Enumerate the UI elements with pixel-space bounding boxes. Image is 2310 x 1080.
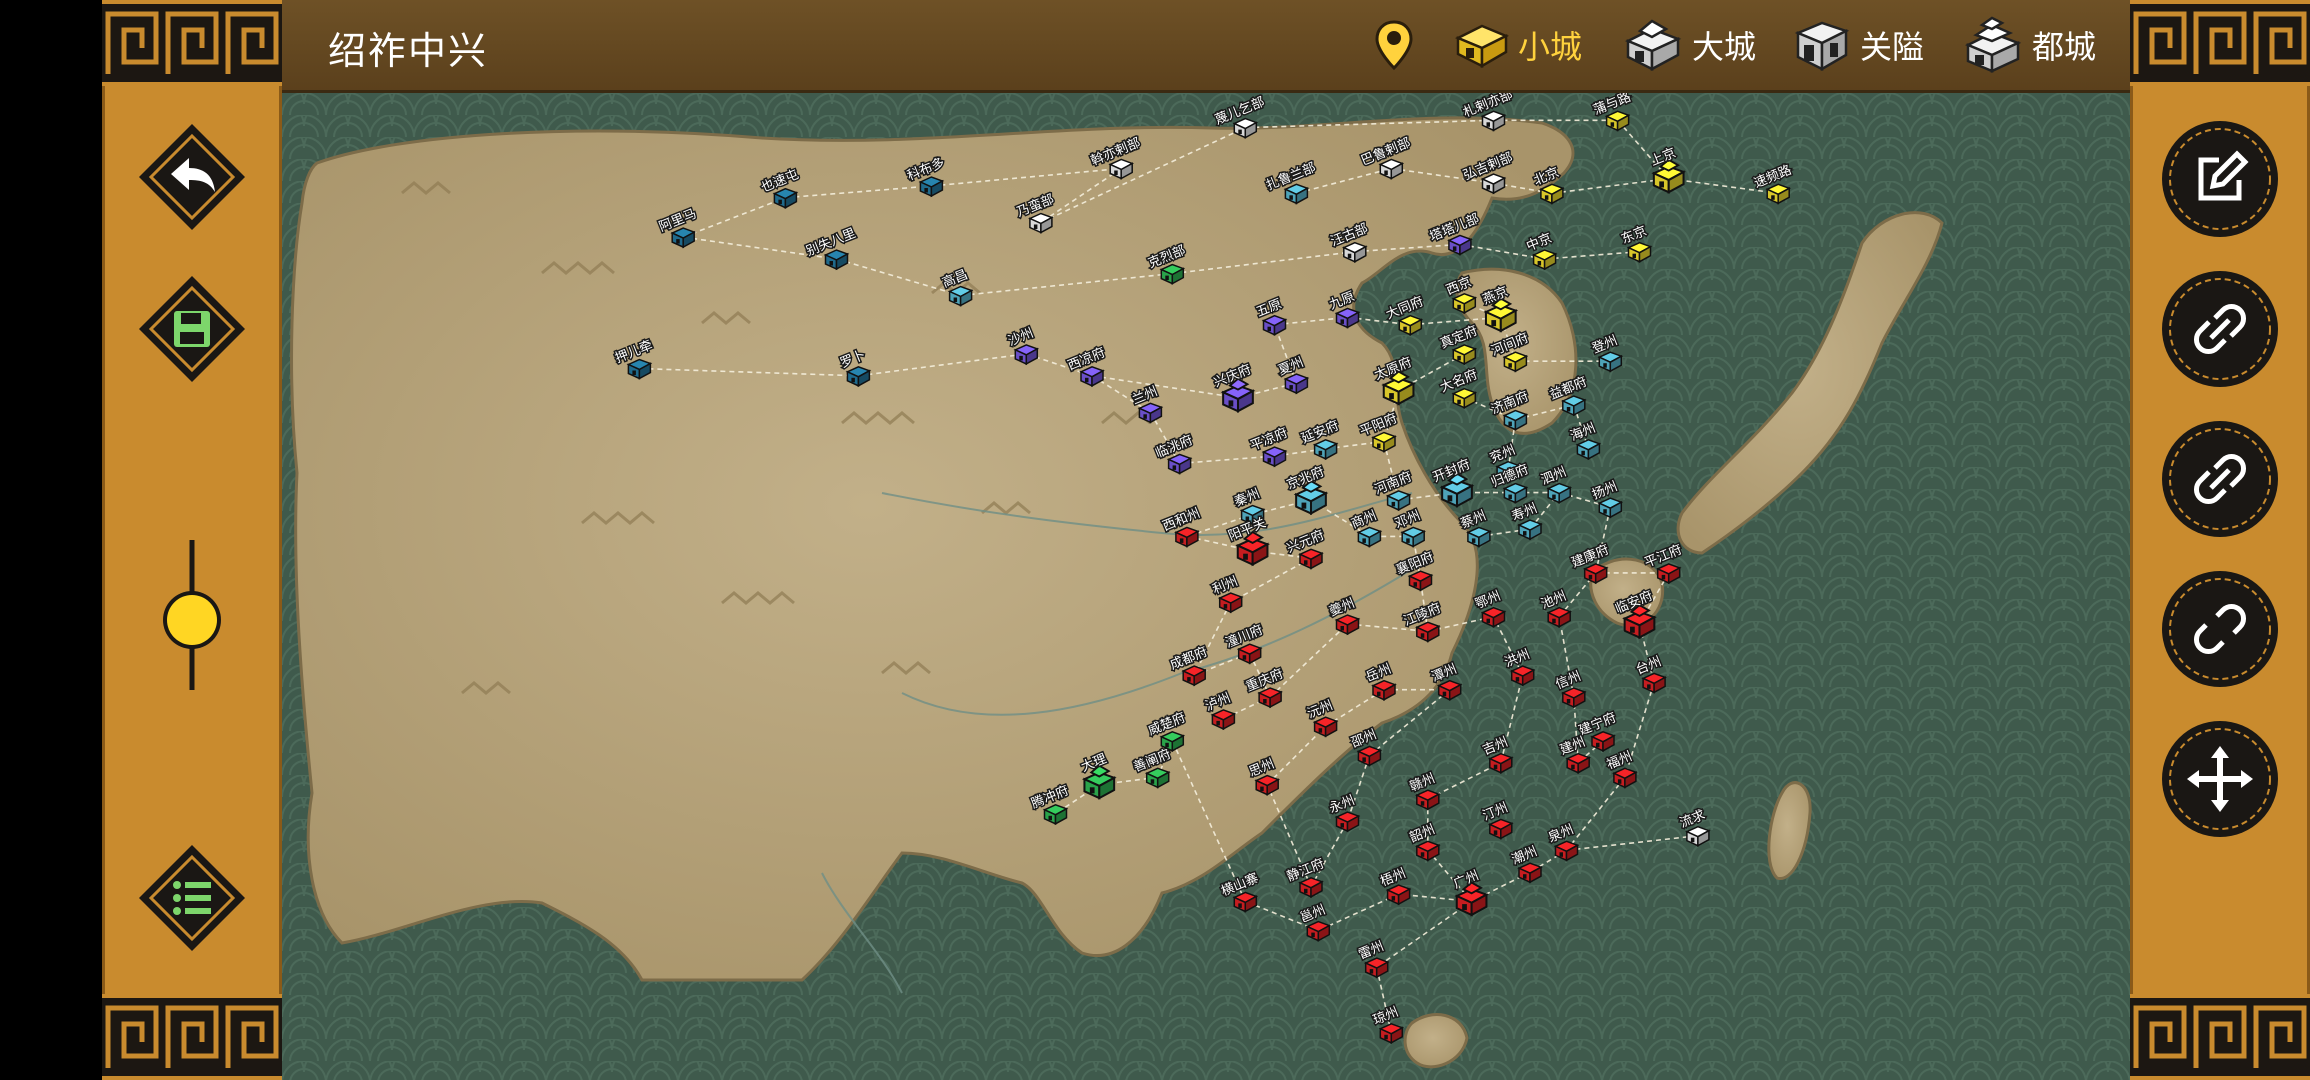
left-panel (102, 0, 282, 1080)
location-pin-button[interactable] (1372, 12, 1416, 78)
link-button[interactable] (2161, 270, 2279, 388)
pass-label: 关隘 (1860, 28, 1925, 66)
capital-label: 都城 (2032, 28, 2097, 66)
menu-button[interactable] (137, 843, 247, 953)
pass-icon (1794, 21, 1850, 72)
top-bar: 绍祚中兴 小城 大城 关隘 都城 (282, 0, 2130, 93)
greek-key-ornament (2130, 0, 2310, 86)
game-screen: 绍祚中兴 小城 大城 关隘 都城 乃蛮部 蔑儿乞部 札剌亦部 蒲与路 也速屯 科… (0, 0, 2310, 1080)
back-button[interactable] (137, 122, 247, 232)
save-disk-icon (174, 311, 210, 347)
right-panel (2130, 0, 2310, 1080)
unlink-button[interactable] (2161, 570, 2279, 688)
save-button[interactable] (137, 274, 247, 384)
greek-key-ornament (102, 994, 282, 1080)
edit-button[interactable] (2161, 120, 2279, 238)
filter-pass[interactable]: 关隘 (1792, 12, 1924, 78)
capital-icon (1964, 16, 2022, 73)
zoom-slider[interactable] (162, 540, 222, 690)
filter-small-city[interactable]: 小城 (1452, 12, 1582, 78)
link-alt-button[interactable] (2161, 420, 2279, 538)
strategy-map[interactable]: 乃蛮部 蔑儿乞部 札剌亦部 蒲与路 也速屯 科布多 斡亦剌部 汪古部 扎鲁兰部 巴鲁剌部 弘吉剌部上… (282, 93, 2130, 1080)
filter-big-city[interactable]: 大城 (1622, 12, 1756, 78)
greek-key-ornament (2130, 994, 2310, 1080)
small-city-label: 小城 (1518, 28, 1583, 66)
location-pin-icon (1375, 20, 1413, 71)
big-city-label: 大城 (1692, 28, 1757, 66)
scenario-title: 绍祚中兴 (328, 29, 489, 73)
greek-key-ornament (102, 0, 282, 86)
list-icon (173, 881, 211, 915)
small-city-icon (1454, 24, 1510, 69)
filter-capital[interactable]: 都城 (1962, 12, 2096, 78)
big-city-icon (1624, 19, 1682, 72)
move-button[interactable] (2161, 720, 2279, 838)
